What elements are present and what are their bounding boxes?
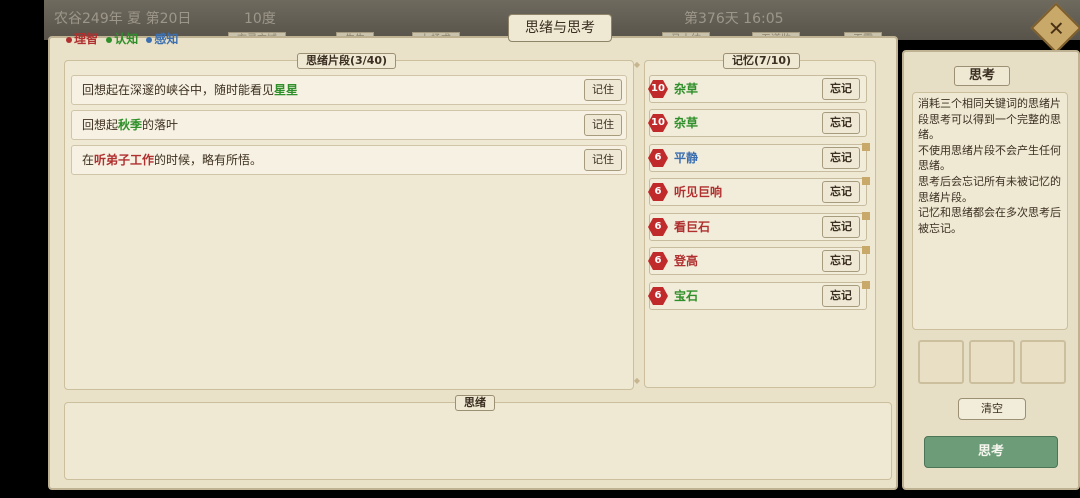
fragment-keyword: 星星 [274,83,299,97]
fragment-keyword: 听弟子工作 [94,153,155,167]
flag-icon [862,212,870,220]
scroll-ornament-bottom: ◆ [633,376,641,385]
scroll-ornament-top: ◆ [633,60,641,69]
fragment-keyword: 秋季 [118,118,143,132]
memory-panel-title: 记忆(7/10) [723,53,801,69]
fragment-item: 回想起秋季的落叶 记住 [71,110,627,140]
thoughts-panel: 思绪 [64,395,892,480]
count-badge: 6 [648,183,668,201]
dot-icon [146,36,153,43]
memory-item: 6 登高 忘记 [648,246,870,275]
hint-text: 消耗三个相同关键词的思绪片段思考可以得到一个完整的思绪。 不使用思绪片段不会产生… [918,97,1061,235]
day-counter: 第376天 16:05 [684,11,784,27]
forget-button[interactable]: 忘记 [822,216,860,238]
sidebar-title: 思考 [954,66,1011,86]
close-icon: ✕ [1047,15,1065,40]
fragment-item: 在听弟子工作的时候，略有所悟。 记住 [71,145,627,175]
memory-item: 6 宝石 忘记 [648,281,870,310]
forget-button[interactable]: 忘记 [822,78,860,100]
thoughts-panel-title: 思绪 [455,395,495,411]
clear-button[interactable]: 清空 [958,398,1026,420]
legend-item-perception: 感知 [146,32,178,46]
window-title: 思绪与思考 [508,14,612,42]
forget-button[interactable]: 忘记 [822,285,860,307]
legend-item-reason: 理智 [66,32,98,46]
count-badge: 6 [648,287,668,305]
flag-icon [862,177,870,185]
thought-slot[interactable] [1020,340,1066,384]
fragments-panel-title: 思绪片段(3/40) [297,53,397,69]
dot-icon [66,36,72,43]
memory-item: 10 杂草 忘记 [648,109,867,137]
forget-button[interactable]: 忘记 [822,112,860,134]
memory-panel: 记忆(7/10) 10 杂草 忘记 10 杂草 忘记 6 平静 忘记 6 听见巨… [644,53,876,388]
fragments-panel: 思绪片段(3/40) 回想起在深邃的峡谷中，随时能看见星星 记住 回想起秋季的落… [64,53,634,390]
flag-icon [862,281,870,289]
remember-button[interactable]: 记住 [584,149,622,171]
flag-icon [862,246,870,254]
category-legend: 理智 认知 感知 [66,30,182,47]
count-badge: 6 [648,218,668,236]
thought-slot[interactable] [918,340,964,384]
count-badge: 6 [648,252,668,270]
memory-item: 10 杂草 忘记 [648,75,867,103]
legend-item-cognition: 认知 [106,32,138,46]
flag-icon [862,143,870,151]
think-button[interactable]: 思考 [924,436,1058,468]
date-text: 农谷249年 夏 第20日 [54,11,192,27]
forget-button[interactable]: 忘记 [822,250,860,272]
memory-item: 6 平静 忘记 [648,143,870,172]
count-badge: 10 [648,80,668,98]
memory-item: 6 听见巨响 忘记 [648,177,870,206]
count-badge: 6 [648,149,668,167]
forget-button[interactable]: 忘记 [822,181,860,203]
remember-button[interactable]: 记住 [584,114,622,136]
fragment-item: 回想起在深邃的峡谷中，随时能看见星星 记住 [71,75,627,105]
dot-icon [106,36,113,43]
count-badge: 10 [648,114,668,132]
weather-text: 10度 [244,11,276,27]
thought-slot[interactable] [969,340,1015,384]
forget-button[interactable]: 忘记 [822,147,860,169]
memory-item: 6 看巨石 忘记 [648,212,870,241]
remember-button[interactable]: 记住 [584,79,622,101]
